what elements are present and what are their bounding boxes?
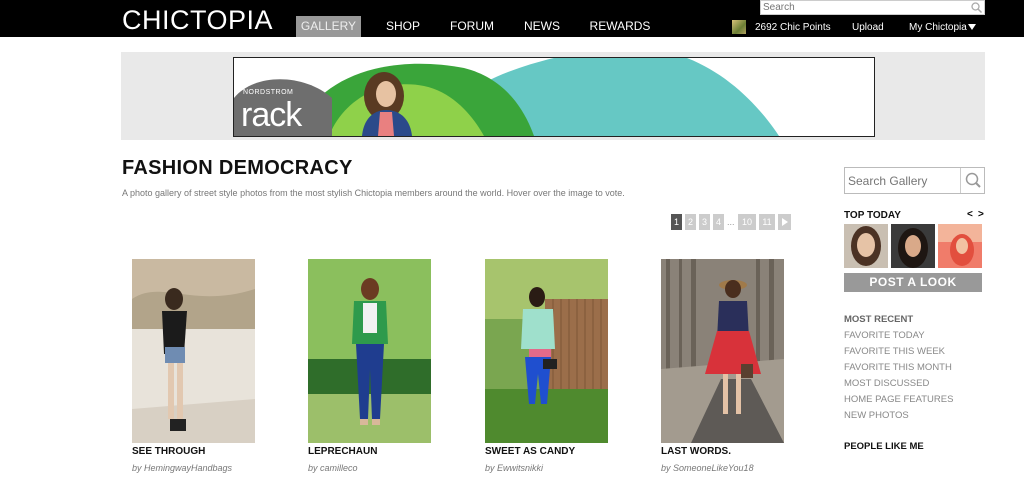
sidebar-link-home-page-features[interactable]: HOME PAGE FEATURES [844,394,953,405]
next-page-button[interactable] [778,214,791,230]
photo-author[interactable]: by camilleco [308,463,358,473]
upload-link[interactable]: Upload [852,22,884,33]
page-current[interactable]: 1 [671,214,682,230]
top-search-box [760,0,985,15]
page-link[interactable]: 11 [759,214,775,230]
page-link[interactable]: 10 [738,214,756,230]
search-icon [965,172,981,188]
banner-area: NORDSTROM rack [121,52,985,140]
photo-sweet-as-candy [485,259,608,443]
gallery-photo[interactable] [132,259,255,443]
top-today-heading: TOP TODAY [844,210,901,221]
post-a-look-button[interactable]: POST A LOOK [844,273,982,292]
nav-gallery[interactable]: GALLERY [296,16,361,37]
photo-caption[interactable]: LAST WORDS. [661,446,731,457]
gallery-photo[interactable] [308,259,431,443]
top-today-thumb[interactable] [938,224,982,268]
nav-forum[interactable]: FORUM [448,16,496,37]
top-bar: CHICTOPIA GALLERY SHOP FORUM NEWS REWARD… [0,0,1024,37]
photo-leprechaun [308,259,431,443]
photo-caption[interactable]: LEPRECHAUN [308,446,377,457]
thumb-photo [891,224,935,268]
photo-last-words [661,259,784,443]
my-chictopia-menu[interactable]: My Chictopia [909,22,967,33]
nav-news[interactable]: NEWS [520,16,564,37]
page-link[interactable]: 4 [713,214,724,230]
gallery-search-button[interactable] [960,168,984,193]
sidebar-link-most-recent[interactable]: MOST RECENT [844,314,913,325]
gallery-photo[interactable] [661,259,784,443]
photo-author[interactable]: by HemingwayHandbags [132,463,232,473]
top-today-next[interactable]: > [978,209,984,220]
thumb-photo [844,224,888,268]
play-arrow-icon [782,218,788,226]
gallery-search-box [844,167,985,194]
dropdown-arrow-icon[interactable] [968,24,976,30]
nav-shop[interactable]: SHOP [381,16,425,37]
ad-brand-top: NORDSTROM [243,89,294,96]
page-title: FASHION DEMOCRACY [122,157,353,179]
photo-author[interactable]: by SomeoneLikeYou18 [661,463,754,473]
sidebar-link-most-discussed[interactable]: MOST DISCUSSED [844,378,929,389]
search-icon[interactable] [970,1,983,14]
top-today-prev[interactable]: < [967,209,973,220]
gallery-photo[interactable] [485,259,608,443]
top-today-thumb[interactable] [844,224,888,268]
user-avatar[interactable] [732,20,746,34]
sidebar-link-favorite-week[interactable]: FAVORITE THIS WEEK [844,346,945,357]
ad-brand-main: rack [241,96,302,134]
ad-graphic [234,58,874,136]
sidebar-link-favorite-today[interactable]: FAVORITE TODAY [844,330,925,341]
chictopia-logo[interactable]: CHICTOPIA [122,5,273,36]
sidebar-link-favorite-month[interactable]: FAVORITE THIS MONTH [844,362,952,373]
photo-caption[interactable]: SEE THROUGH [132,446,205,457]
page-ellipsis: ... [727,217,735,227]
sidebar-link-new-photos[interactable]: NEW PHOTOS [844,410,909,421]
top-search-input[interactable] [763,1,968,14]
photo-see-through [132,259,255,443]
nordstrom-rack-ad[interactable]: NORDSTROM rack [233,57,875,137]
chic-points[interactable]: 2692 Chic Points [755,22,831,33]
thumb-photo [938,224,982,268]
top-today-thumb[interactable] [891,224,935,268]
photo-caption[interactable]: SWEET AS CANDY [485,446,575,457]
gallery-search-input[interactable] [848,173,958,189]
nav-rewards[interactable]: REWARDS [588,16,652,37]
page-link[interactable]: 2 [685,214,696,230]
photo-author[interactable]: by Ewwitsnikki [485,463,543,473]
page-subtitle: A photo gallery of street style photos f… [122,188,625,198]
people-like-me-heading[interactable]: PEOPLE LIKE ME [844,441,924,452]
page-link[interactable]: 3 [699,214,710,230]
